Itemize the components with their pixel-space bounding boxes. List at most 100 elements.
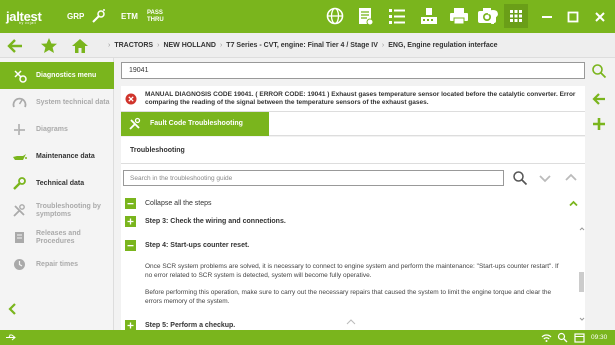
sidebar-item-label: Maintenance data — [36, 152, 95, 160]
diagram-icon — [12, 122, 27, 137]
breadcrumb-item-system[interactable]: ENG, Engine regulation interface — [388, 42, 497, 49]
expand-up-icon[interactable] — [346, 318, 356, 326]
step-4-paragraph-2: Before performing this operation, make s… — [145, 289, 552, 305]
diagnostics-icon — [12, 68, 27, 83]
sidebar-item-label: Releases and Procedures — [36, 229, 81, 245]
list-icon[interactable] — [386, 5, 408, 27]
wrench-sparkle-icon[interactable] — [89, 0, 107, 33]
sidebar-item-repair-times[interactable]: Repair times — [0, 251, 114, 278]
section-header: Troubleshooting — [121, 137, 585, 164]
breadcrumb: › TRACTORS › NEW HOLLAND › T7 Series - C… — [104, 33, 498, 58]
back-arrow-icon[interactable] — [5, 36, 25, 56]
sidebar: Diagnostics menu System technical data D… — [0, 58, 114, 330]
oil-can-icon — [12, 149, 27, 164]
apps-grid-button[interactable] — [504, 4, 528, 28]
logo-subtext: by cojali — [19, 21, 37, 25]
calendar-icon — [574, 332, 585, 343]
top-toolbar: jaltest by cojali GRP ETM PASS THRU ? — [0, 0, 615, 33]
svg-text:?: ? — [487, 7, 499, 27]
printer-icon[interactable] — [448, 5, 470, 27]
scrollbar-thumb[interactable] — [579, 272, 584, 292]
guide-search-input[interactable] — [124, 171, 503, 185]
document-icon[interactable] — [354, 5, 376, 27]
error-description: MANUAL DIAGNOSIS CODE 19041. ( ERROR COD… — [145, 91, 576, 106]
breadcrumb-separator: › — [108, 42, 111, 49]
close-icon — [595, 11, 605, 22]
tab-label: Fault Code Troubleshooting — [150, 120, 243, 127]
minus-icon — [125, 240, 136, 251]
minus-icon — [125, 198, 136, 209]
breadcrumb-item-model[interactable]: T7 Series - CVT, engine: Final Tier 4 / … — [226, 42, 378, 49]
sidebar-item-label: Repair times — [36, 260, 79, 268]
scroll-down-icon[interactable] — [579, 316, 585, 322]
collapse-all-row[interactable]: Collapse all the steps — [121, 194, 579, 213]
tab-bar: Fault Code Troubleshooting — [121, 112, 585, 136]
usb-icon — [6, 333, 16, 342]
search-icon[interactable] — [591, 63, 607, 79]
guide-search-field[interactable] — [123, 170, 504, 186]
keyboard-icon[interactable] — [418, 5, 440, 27]
home-icon[interactable] — [70, 36, 90, 56]
sidebar-item-label: Diagrams — [36, 125, 68, 133]
vci-search-icon — [557, 332, 568, 343]
clock-icon — [12, 257, 27, 272]
etm-button[interactable]: ETM — [121, 0, 138, 33]
grp-label: GRP — [67, 12, 85, 21]
step-4-row[interactable]: Step 4: Start-ups counter reset. — [121, 236, 577, 255]
troubleshooting-steps: Collapse all the steps Step 3: Check the… — [121, 192, 585, 330]
guide-search-bar — [121, 164, 585, 192]
plus-icon — [125, 216, 136, 227]
breadcrumb-separator: › — [381, 42, 385, 49]
breadcrumb-separator: › — [219, 42, 223, 49]
chevron-up-icon[interactable] — [563, 170, 579, 186]
section-title: Troubleshooting — [130, 147, 185, 154]
guide-search-icon[interactable] — [512, 170, 528, 186]
back-arrow-side-icon[interactable] — [591, 91, 607, 107]
pass-thru-button[interactable]: PASS THRU — [147, 0, 164, 33]
close-button[interactable] — [586, 0, 614, 33]
sidebar-item-label: Troubleshooting by symptoms — [36, 202, 101, 218]
sidebar-item-releases-and-procedures[interactable]: Releases and Procedures — [0, 224, 114, 251]
breadcrumb-item-category[interactable]: TRACTORS — [114, 42, 153, 49]
maximize-button[interactable] — [559, 0, 587, 33]
step-3-row[interactable]: Step 3: Check the wiring and connections… — [121, 212, 577, 231]
minimize-button[interactable] — [533, 0, 561, 33]
favorites-star-icon[interactable] — [39, 36, 59, 56]
sidebar-item-diagnostics-menu[interactable]: Diagnostics menu — [0, 62, 114, 89]
jaltest-logo: jaltest by cojali — [6, 0, 42, 33]
status-bar: 09:30 — [0, 330, 615, 345]
tab-fault-code-troubleshooting[interactable]: Fault Code Troubleshooting — [121, 112, 269, 136]
step-3-title: Step 3: Check the wiring and connections… — [145, 218, 286, 225]
sidebar-item-maintenance-data[interactable]: Maintenance data — [0, 143, 114, 170]
sidebar-item-diagrams[interactable]: Diagrams — [0, 116, 114, 143]
step-4-paragraph-1: Once SCR system problems are solved, it … — [145, 263, 559, 279]
breadcrumb-item-brand[interactable]: NEW HOLLAND — [163, 42, 216, 49]
grp-button[interactable]: GRP — [67, 0, 84, 33]
navigation-bar: › TRACTORS › NEW HOLLAND › T7 Series - C… — [0, 33, 615, 58]
add-icon[interactable] — [591, 116, 607, 132]
etm-label: ETM — [121, 12, 138, 21]
sidebar-item-troubleshooting-by-symptoms[interactable]: Troubleshooting by symptoms — [0, 197, 114, 224]
chevron-up-icon[interactable] — [568, 198, 579, 209]
gauge-icon — [12, 95, 27, 110]
plus-icon — [125, 320, 136, 330]
tools-icon — [128, 117, 142, 131]
tools-icon — [12, 203, 27, 218]
chevron-down-icon[interactable] — [537, 170, 553, 186]
fault-code-search-input[interactable]: 19041 — [121, 62, 585, 79]
sidebar-item-technical-data[interactable]: Technical data — [0, 170, 114, 197]
step-5-title: Step 5: Perform a checkup. — [145, 322, 236, 329]
wifi-icon — [541, 332, 552, 343]
maximize-icon — [567, 11, 579, 22]
wrench-icon — [12, 176, 27, 191]
sidebar-item-label: System technical data — [36, 98, 110, 106]
help-icon[interactable]: ? — [482, 5, 504, 27]
thru-label: THRU — [147, 16, 164, 23]
globe-icon[interactable] — [324, 5, 346, 27]
error-message-box: MANUAL DIAGNOSIS CODE 19041. ( ERROR COD… — [121, 86, 585, 112]
clock-time: 09:30 — [591, 334, 608, 341]
sidebar-item-system-technical-data[interactable]: System technical data — [0, 89, 114, 116]
error-icon — [125, 93, 137, 105]
breadcrumb-separator: › — [157, 42, 160, 49]
collapse-sidebar-icon[interactable] — [6, 302, 20, 316]
